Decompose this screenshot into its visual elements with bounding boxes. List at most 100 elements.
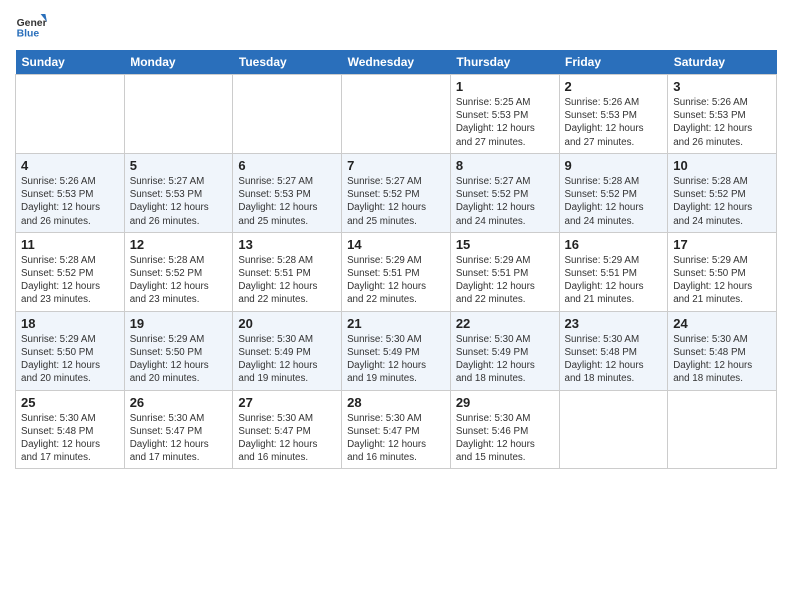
day-number: 7	[347, 158, 445, 173]
day-cell: 2Sunrise: 5:26 AM Sunset: 5:53 PM Daylig…	[559, 75, 668, 154]
day-number: 14	[347, 237, 445, 252]
day-number: 6	[238, 158, 336, 173]
day-cell: 25 Sunrise: 5:30 AM Sunset: 5:48 PM Dayli…	[16, 390, 125, 469]
day-info: Sunrise: 5:30 AM Sunset: 5:46 PM Dayligh…	[456, 412, 554, 465]
day-info: Sunrise: 5:30 AM Sunset: 5:49 PM Dayligh…	[456, 333, 554, 386]
day-number: 11	[21, 237, 119, 252]
week-row-4: 18 Sunrise: 5:29 AM Sunset: 5:50 PM Dayli…	[16, 311, 777, 390]
day-cell: 3 Sunrise: 5:26 AM Sunset: 5:53 PM Daylig…	[668, 75, 777, 154]
day-info: Sunrise: 5:29 AM Sunset: 5:50 PM Dayligh…	[130, 333, 228, 386]
day-cell: 24 Sunrise: 5:30 AM Sunset: 5:48 PM Dayli…	[668, 311, 777, 390]
day-cell: 26 Sunrise: 5:30 AM Sunset: 5:47 PM Dayli…	[124, 390, 233, 469]
day-cell: 14Sunrise: 5:29 AM Sunset: 5:51 PM Dayli…	[342, 232, 451, 311]
day-number: 24	[673, 316, 771, 331]
day-info: Sunrise: 5:27 AM Sunset: 5:53 PM Dayligh…	[238, 175, 336, 228]
day-info: Sunrise: 5:30 AM Sunset: 5:49 PM Dayligh…	[238, 333, 336, 386]
day-cell	[559, 390, 668, 469]
day-number: 27	[238, 395, 336, 410]
day-info: Sunrise: 5:28 AM Sunset: 5:52 PM Dayligh…	[565, 175, 663, 228]
day-number: 20	[238, 316, 336, 331]
day-number: 16	[565, 237, 663, 252]
day-info: Sunrise: 5:29 AM Sunset: 5:50 PM Dayligh…	[21, 333, 119, 386]
svg-text:General: General	[17, 18, 47, 29]
day-number: 25	[21, 395, 119, 410]
day-info: Sunrise: 5:30 AM Sunset: 5:49 PM Dayligh…	[347, 333, 445, 386]
day-cell: 18 Sunrise: 5:29 AM Sunset: 5:50 PM Dayli…	[16, 311, 125, 390]
col-header-monday: Monday	[124, 50, 233, 75]
day-cell: 16Sunrise: 5:29 AM Sunset: 5:51 PM Dayli…	[559, 232, 668, 311]
day-info: Sunrise: 5:30 AM Sunset: 5:48 PM Dayligh…	[565, 333, 663, 386]
day-cell: 15 Sunrise: 5:29 AM Sunset: 5:51 PM Dayli…	[450, 232, 559, 311]
week-row-5: 25 Sunrise: 5:30 AM Sunset: 5:48 PM Dayli…	[16, 390, 777, 469]
day-cell: 20 Sunrise: 5:30 AM Sunset: 5:49 PM Dayli…	[233, 311, 342, 390]
calendar-table: SundayMondayTuesdayWednesdayThursdayFrid…	[15, 50, 777, 469]
day-info: Sunrise: 5:28 AM Sunset: 5:52 PM Dayligh…	[130, 254, 228, 307]
day-info: Sunrise: 5:27 AM Sunset: 5:52 PM Dayligh…	[456, 175, 554, 228]
day-info: Sunrise: 5:30 AM Sunset: 5:47 PM Dayligh…	[347, 412, 445, 465]
day-info: Sunrise: 5:30 AM Sunset: 5:48 PM Dayligh…	[21, 412, 119, 465]
day-cell	[668, 390, 777, 469]
day-cell: 4Sunrise: 5:26 AM Sunset: 5:53 PM Daylig…	[16, 153, 125, 232]
day-cell: 28 Sunrise: 5:30 AM Sunset: 5:47 PM Dayli…	[342, 390, 451, 469]
day-cell: 21 Sunrise: 5:30 AM Sunset: 5:49 PM Dayli…	[342, 311, 451, 390]
week-row-3: 11 Sunrise: 5:28 AM Sunset: 5:52 PM Dayli…	[16, 232, 777, 311]
day-number: 15	[456, 237, 554, 252]
day-info: Sunrise: 5:30 AM Sunset: 5:47 PM Dayligh…	[238, 412, 336, 465]
day-info: Sunrise: 5:27 AM Sunset: 5:53 PM Dayligh…	[130, 175, 228, 228]
header-row: SundayMondayTuesdayWednesdayThursdayFrid…	[16, 50, 777, 75]
day-number: 17	[673, 237, 771, 252]
col-header-wednesday: Wednesday	[342, 50, 451, 75]
day-cell: 29 Sunrise: 5:30 AM Sunset: 5:46 PM Dayli…	[450, 390, 559, 469]
day-cell	[233, 75, 342, 154]
day-number: 1	[456, 79, 554, 94]
day-info: Sunrise: 5:26 AM Sunset: 5:53 PM Dayligh…	[673, 96, 771, 149]
day-info: Sunrise: 5:29 AM Sunset: 5:51 PM Dayligh…	[456, 254, 554, 307]
day-cell	[16, 75, 125, 154]
day-info: Sunrise: 5:27 AM Sunset: 5:52 PM Dayligh…	[347, 175, 445, 228]
day-cell: 22 Sunrise: 5:30 AM Sunset: 5:49 PM Dayli…	[450, 311, 559, 390]
week-row-1: 1 Sunrise: 5:25 AM Sunset: 5:53 PM Daylig…	[16, 75, 777, 154]
day-number: 3	[673, 79, 771, 94]
day-number: 12	[130, 237, 228, 252]
week-row-2: 4Sunrise: 5:26 AM Sunset: 5:53 PM Daylig…	[16, 153, 777, 232]
day-number: 5	[130, 158, 228, 173]
day-cell	[124, 75, 233, 154]
logo-icon: General Blue	[15, 10, 47, 42]
day-number: 18	[21, 316, 119, 331]
day-number: 21	[347, 316, 445, 331]
day-number: 22	[456, 316, 554, 331]
day-info: Sunrise: 5:29 AM Sunset: 5:50 PM Dayligh…	[673, 254, 771, 307]
day-number: 8	[456, 158, 554, 173]
day-number: 19	[130, 316, 228, 331]
col-header-friday: Friday	[559, 50, 668, 75]
day-info: Sunrise: 5:28 AM Sunset: 5:52 PM Dayligh…	[673, 175, 771, 228]
day-number: 28	[347, 395, 445, 410]
day-info: Sunrise: 5:30 AM Sunset: 5:47 PM Dayligh…	[130, 412, 228, 465]
day-cell: 5 Sunrise: 5:27 AM Sunset: 5:53 PM Daylig…	[124, 153, 233, 232]
day-cell: 6 Sunrise: 5:27 AM Sunset: 5:53 PM Daylig…	[233, 153, 342, 232]
day-cell: 1 Sunrise: 5:25 AM Sunset: 5:53 PM Daylig…	[450, 75, 559, 154]
day-cell: 12 Sunrise: 5:28 AM Sunset: 5:52 PM Dayli…	[124, 232, 233, 311]
logo: General Blue	[15, 10, 51, 42]
day-info: Sunrise: 5:25 AM Sunset: 5:53 PM Dayligh…	[456, 96, 554, 149]
day-cell: 23Sunrise: 5:30 AM Sunset: 5:48 PM Dayli…	[559, 311, 668, 390]
day-number: 29	[456, 395, 554, 410]
col-header-saturday: Saturday	[668, 50, 777, 75]
day-info: Sunrise: 5:28 AM Sunset: 5:52 PM Dayligh…	[21, 254, 119, 307]
day-number: 9	[565, 158, 663, 173]
day-cell: 27 Sunrise: 5:30 AM Sunset: 5:47 PM Dayli…	[233, 390, 342, 469]
day-cell: 19 Sunrise: 5:29 AM Sunset: 5:50 PM Dayli…	[124, 311, 233, 390]
day-number: 2	[565, 79, 663, 94]
day-number: 4	[21, 158, 119, 173]
page-header: General Blue	[15, 10, 777, 42]
day-number: 13	[238, 237, 336, 252]
day-info: Sunrise: 5:30 AM Sunset: 5:48 PM Dayligh…	[673, 333, 771, 386]
day-cell: 17 Sunrise: 5:29 AM Sunset: 5:50 PM Dayli…	[668, 232, 777, 311]
day-cell	[342, 75, 451, 154]
col-header-sunday: Sunday	[16, 50, 125, 75]
day-cell: 11 Sunrise: 5:28 AM Sunset: 5:52 PM Dayli…	[16, 232, 125, 311]
day-number: 26	[130, 395, 228, 410]
day-cell: 7 Sunrise: 5:27 AM Sunset: 5:52 PM Daylig…	[342, 153, 451, 232]
day-number: 10	[673, 158, 771, 173]
day-cell: 10 Sunrise: 5:28 AM Sunset: 5:52 PM Dayli…	[668, 153, 777, 232]
